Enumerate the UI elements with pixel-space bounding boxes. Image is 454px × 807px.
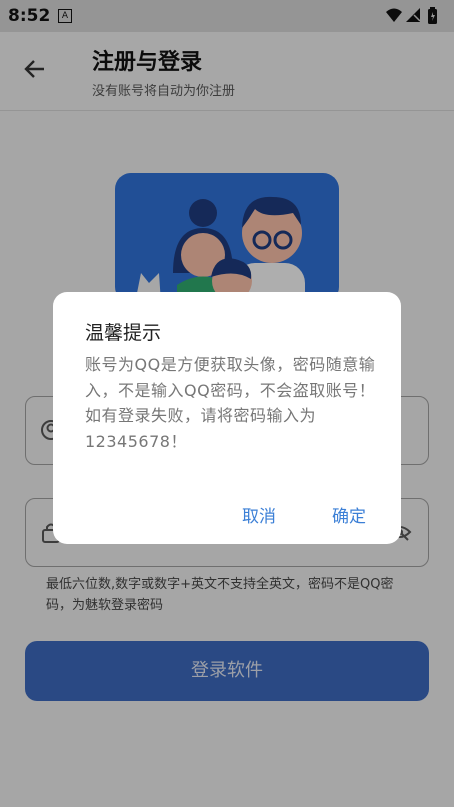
dialog-message-line2: 如有登录失败，请将密码输入为12345678！	[85, 406, 317, 451]
dialog-message: 账号为QQ是方便获取头像，密码随意输入，不是输入QQ密码，不会盗取账号！ 如有登…	[85, 352, 385, 454]
tips-dialog: 温馨提示 账号为QQ是方便获取头像，密码随意输入，不是输入QQ密码，不会盗取账号…	[53, 292, 401, 544]
confirm-button[interactable]: 确定	[332, 502, 366, 527]
dialog-message-line1: 账号为QQ是方便获取头像，密码随意输入，不是输入QQ密码，不会盗取账号！	[85, 355, 376, 400]
dialog-title: 温馨提示	[85, 322, 162, 344]
cancel-button[interactable]: 取消	[242, 502, 276, 527]
